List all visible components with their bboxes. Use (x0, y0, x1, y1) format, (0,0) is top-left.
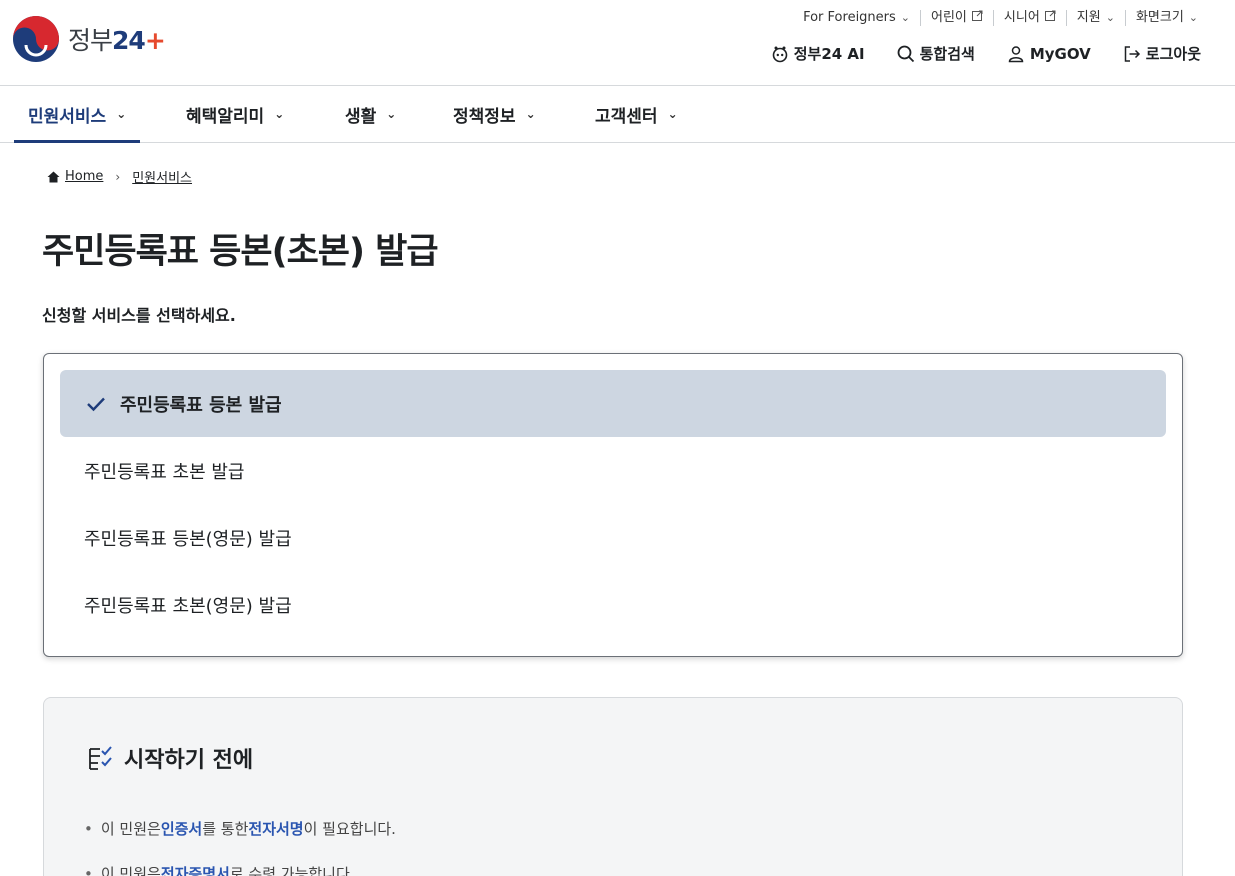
gnb-item-civil-service[interactable]: 민원서비스 ⌄ (13, 86, 141, 143)
highlight-e-signature: 전자서명 (248, 820, 304, 838)
page-subtitle: 신청할 서비스를 선택하세요. (42, 306, 236, 325)
chevron-down-icon: ⌄ (1105, 11, 1115, 24)
check-icon (86, 396, 106, 412)
option-resident-copy[interactable]: 주민등록표 등본 발급 (60, 370, 1166, 437)
option-resident-copy-english[interactable]: 주민등록표 등본(영문) 발급 (60, 504, 1166, 571)
global-nav: 민원서비스 ⌄ 혜택알리미 ⌄ 생활 ⌄ 정책정보 ⌄ 고객센터 ⌄ (0, 86, 1235, 143)
mygov-button[interactable]: MyGOV (1007, 45, 1091, 63)
taegeuk-logo-icon (13, 16, 59, 62)
util-link-support[interactable]: 지원 ⌄ (1065, 10, 1125, 26)
integrated-search-button[interactable]: 통합검색 (897, 43, 975, 64)
search-icon (897, 45, 915, 63)
before-start-line-2: • 이 민원은 전자증명서 로 수령 가능합니다. (84, 863, 355, 876)
breadcrumb-home[interactable]: Home (47, 169, 103, 184)
checklist-icon (89, 746, 112, 770)
logo-text: 정부24+ (68, 26, 166, 55)
before-start-panel: 시작하기 전에 • 이 민원은 인증서 를 통한 전자서명 이 필요합니다. • 이… (43, 697, 1183, 876)
site-header: 정부24+ For Foreigners ⌄ 어린이 시니어 지원 ⌄ 화면크기… (0, 0, 1235, 86)
gnb-item-benefit-alert[interactable]: 혜택알리미 ⌄ (186, 86, 284, 142)
external-link-icon (1044, 10, 1056, 26)
before-start-line-1: • 이 민원은 인증서 를 통한 전자서명 이 필요합니다. (84, 819, 396, 839)
chevron-down-icon: ⌄ (525, 107, 536, 121)
chevron-down-icon: ⌄ (1188, 11, 1198, 24)
chevron-down-icon: ⌄ (667, 107, 678, 121)
highlight-e-certificate: 전자증명서 (160, 865, 230, 876)
option-resident-abstract[interactable]: 주민등록표 초본 발급 (60, 437, 1166, 504)
service-option-list: 주민등록표 등본 발급 주민등록표 초본 발급 주민등록표 등본(영문) 발급 … (43, 353, 1183, 657)
gnb-item-customer-center[interactable]: 고객센터 ⌄ (595, 86, 678, 142)
home-icon (47, 171, 60, 182)
breadcrumb-current[interactable]: 민원서비스 (132, 167, 192, 186)
chevron-down-icon: ⌄ (900, 11, 911, 24)
logout-icon (1123, 45, 1141, 63)
before-start-title: 시작하기 전에 (88, 742, 253, 774)
util-link-kids[interactable]: 어린이 (920, 10, 993, 26)
gnb-item-policy-info[interactable]: 정책정보 ⌄ (453, 86, 536, 142)
gov24-ai-button[interactable]: 정부24 AI (771, 43, 865, 64)
util-link-foreigners[interactable]: For Foreigners ⌄ (793, 10, 920, 26)
logout-button[interactable]: 로그아웃 (1123, 43, 1201, 64)
external-link-icon (971, 10, 983, 26)
main-utility-nav: 정부24 AI 통합검색 MyGOV 로그아웃 (771, 43, 1201, 64)
util-link-senior[interactable]: 시니어 (992, 10, 1066, 26)
user-icon (1007, 45, 1025, 63)
gov24-logo[interactable]: 정부24+ (12, 15, 166, 63)
chevron-down-icon: ⌄ (274, 107, 285, 121)
chevron-down-icon: ⌄ (386, 107, 397, 121)
gnb-item-life[interactable]: 생활 ⌄ (345, 86, 396, 142)
option-resident-abstract-english[interactable]: 주민등록표 초본(영문) 발급 (60, 571, 1166, 638)
util-link-font-size[interactable]: 화면크기 ⌄ (1124, 10, 1208, 26)
chevron-right-icon: › (115, 169, 121, 184)
utility-nav: For Foreigners ⌄ 어린이 시니어 지원 ⌄ 화면크기 ⌄ (793, 10, 1208, 26)
page-title: 주민등록표 등본(초본) 발급 (42, 232, 439, 272)
breadcrumb: Home › 민원서비스 (47, 167, 192, 186)
chevron-down-icon: ⌄ (116, 107, 127, 121)
highlight-certificate: 인증서 (160, 820, 203, 838)
ai-assistant-icon (771, 45, 789, 63)
